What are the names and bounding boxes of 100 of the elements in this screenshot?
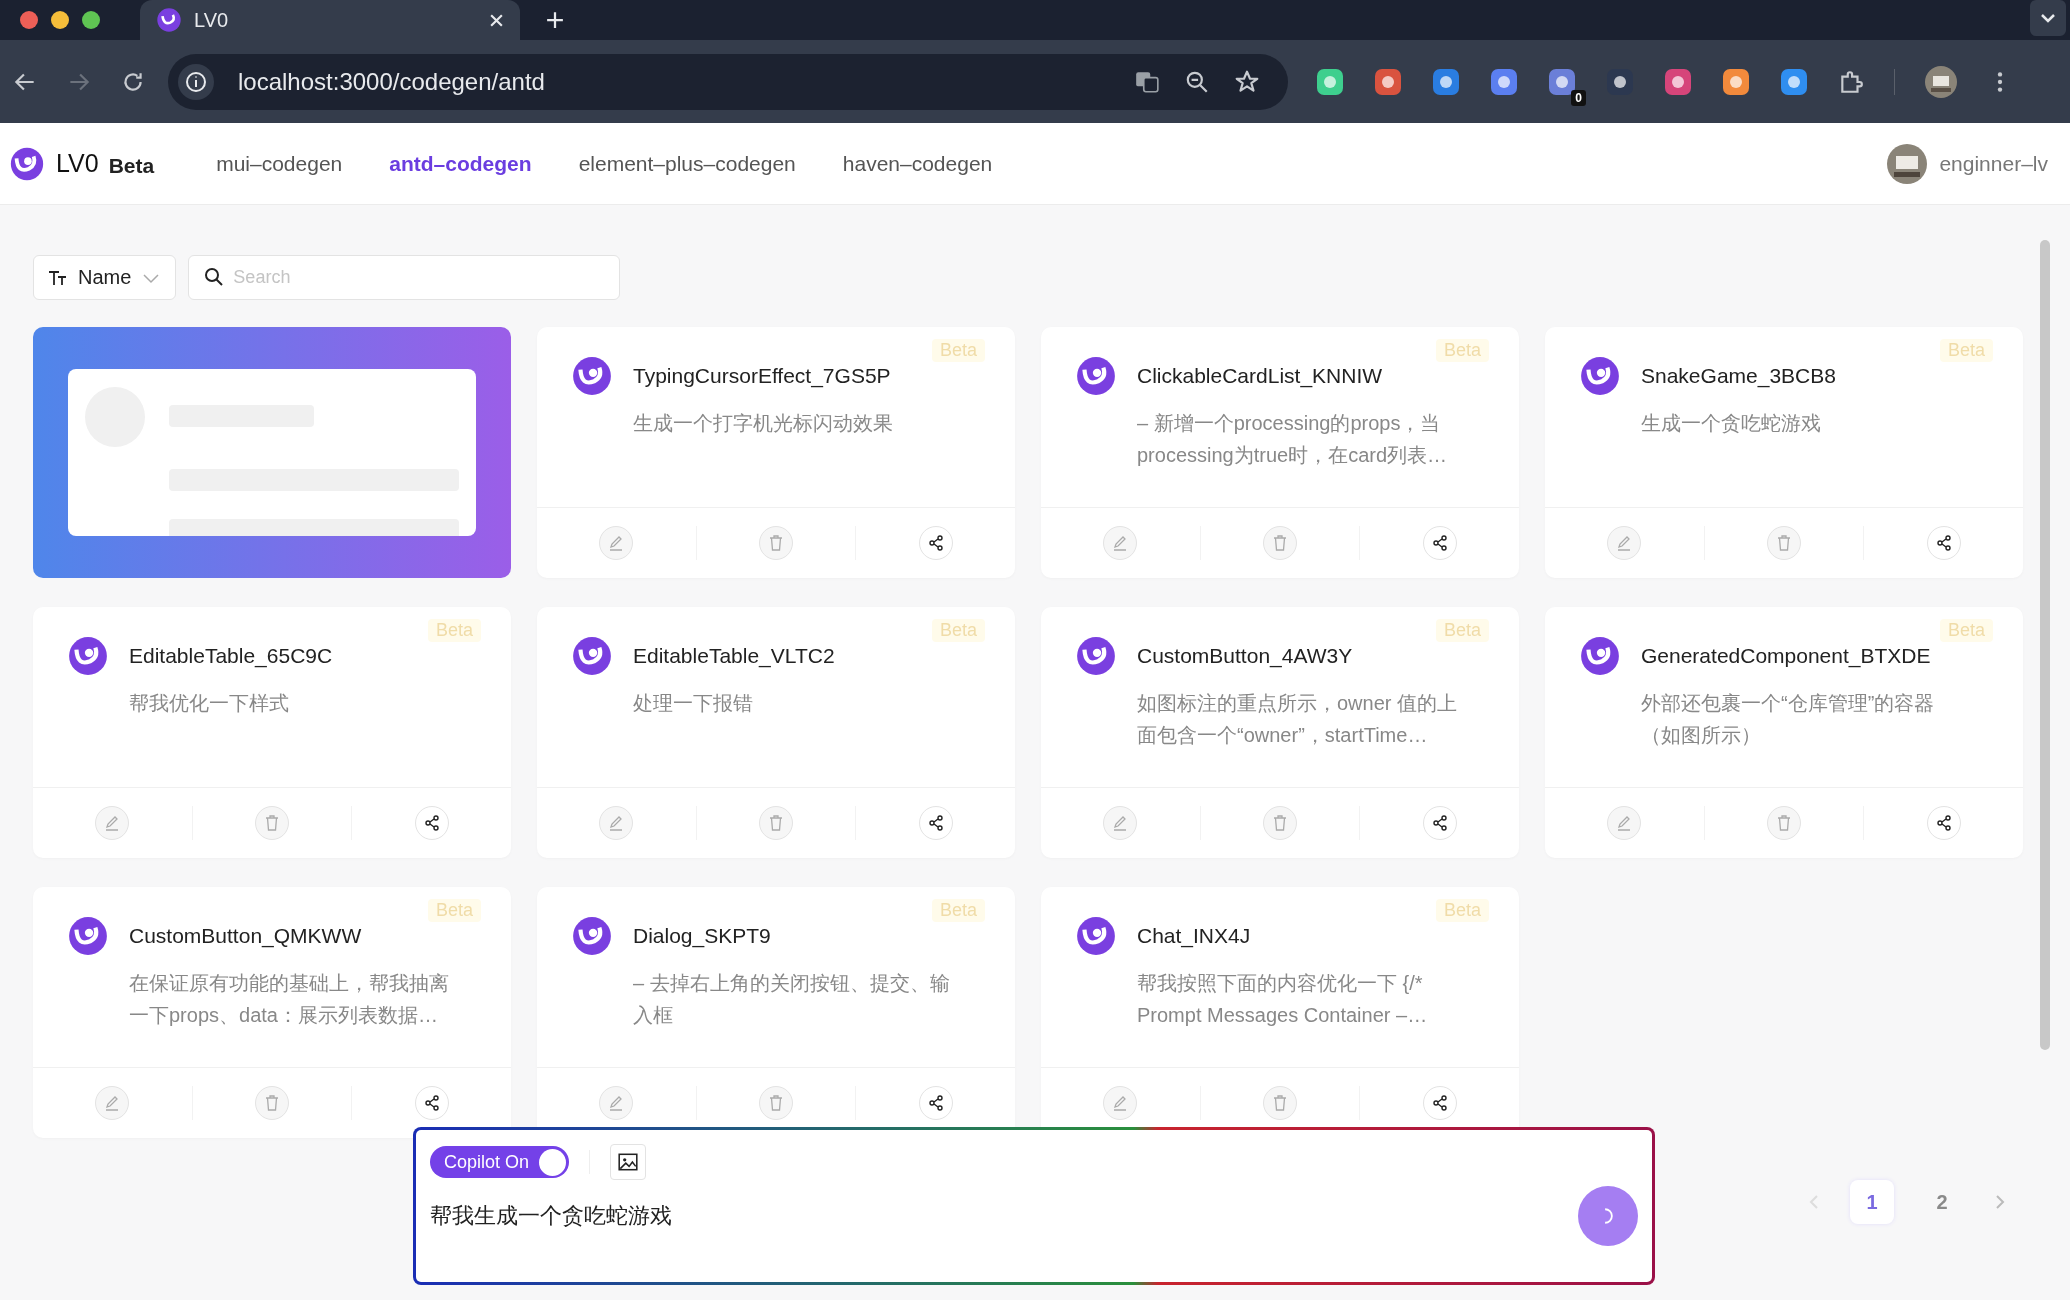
close-tab-icon[interactable] xyxy=(489,12,504,28)
bookmark-star-icon[interactable] xyxy=(1234,68,1260,95)
page-button[interactable]: 1 xyxy=(1850,1180,1894,1224)
card-description: 外部还包裹一个“仓库管理”的容器（如图所示） xyxy=(1641,691,1936,748)
puzzle-icon[interactable] xyxy=(1838,68,1864,95)
beta-badge: Beta xyxy=(1435,619,1489,642)
extension-icon[interactable] xyxy=(1316,67,1344,96)
share-button[interactable] xyxy=(1422,526,1457,560)
share-button[interactable] xyxy=(414,806,449,840)
user-avatar[interactable] xyxy=(1887,143,1928,184)
share-button[interactable] xyxy=(1926,526,1961,560)
minimize-window-button[interactable] xyxy=(51,11,69,29)
card-description: – 去掉右上角的关闭按钮、提交、输入框 xyxy=(633,971,951,1028)
logo-icon xyxy=(67,635,109,677)
nav-link[interactable]: haven–codegen xyxy=(842,151,993,176)
extension-icon[interactable] xyxy=(1374,67,1402,96)
app-name: LV0 xyxy=(56,149,99,178)
beta-badge: Beta xyxy=(931,619,985,642)
beta-badge: Beta xyxy=(427,899,481,922)
logo-icon xyxy=(571,915,613,957)
card-description: 生成一个打字机光标闪动效果 xyxy=(633,411,894,436)
site-info-icon[interactable] xyxy=(178,63,214,100)
card-title: Chat_INX4J xyxy=(1137,924,1251,948)
card-title: GeneratedComponent_BTXDE xyxy=(1641,644,1931,668)
logo-icon xyxy=(1075,635,1117,677)
user-name[interactable]: enginner–lv xyxy=(1939,151,2048,176)
card-title: Dialog_SKPT9 xyxy=(633,924,771,948)
extension-badge: 0 xyxy=(1571,89,1586,106)
scrollbar[interactable] xyxy=(2040,240,2050,1050)
share-button[interactable] xyxy=(1422,806,1457,840)
address-bar[interactable]: localhost:3000/codegen/antd xyxy=(168,53,1288,110)
extension-icon[interactable] xyxy=(1432,67,1460,96)
card-description: 在保证原有功能的基础上，帮我抽离一下props、data：展示列表数据… xyxy=(129,971,450,1028)
extension-icon[interactable] xyxy=(1722,67,1750,96)
extension-icon[interactable] xyxy=(1606,67,1634,96)
share-button[interactable] xyxy=(918,806,953,840)
extension-icon[interactable] xyxy=(1548,67,1576,96)
beta-badge: Beta xyxy=(1435,339,1489,362)
card-title: CustomButton_4AW3Y xyxy=(1137,644,1353,668)
beta-badge: Beta xyxy=(1939,619,1993,642)
logo-icon xyxy=(1579,355,1621,397)
card-description: – 新增一个processing的props，当processing为true时，在card列表… xyxy=(1137,411,1449,468)
search-field[interactable]: Search xyxy=(188,255,621,300)
logo-icon xyxy=(1075,915,1117,957)
logo-icon xyxy=(67,915,109,957)
beta-badge: Beta xyxy=(931,899,985,922)
nav-link[interactable]: element–plus–codegen xyxy=(578,151,796,176)
component-card[interactable]: Beta ClickableCardList_KNNIW – 新增一个processing的props，当processing为true时，在card列表… xyxy=(1041,327,1519,578)
component-card[interactable]: Beta CustomButton_QMKWW 在保证原有功能的基础上，帮我抽离一下props、data：展示列表数据… xyxy=(33,887,511,1138)
nav-link[interactable]: mui–codegen xyxy=(216,151,343,176)
spinner-icon xyxy=(1603,1208,1613,1224)
new-tab-icon[interactable] xyxy=(546,11,564,29)
extension-icon[interactable] xyxy=(1780,67,1808,96)
close-window-button[interactable] xyxy=(20,11,38,29)
component-card[interactable]: Beta EditableTable_65C9C 帮我优化一下样式 xyxy=(33,607,511,858)
logo-icon xyxy=(156,7,182,33)
card-title: EditableTable_65C9C xyxy=(129,644,333,668)
logo-icon xyxy=(1579,635,1621,677)
share-button[interactable] xyxy=(1926,806,1961,840)
extension-icon[interactable] xyxy=(1490,67,1518,96)
component-card[interactable]: Beta SnakeGame_3BCB8 生成一个贪吃蛇游戏 xyxy=(1545,327,2023,578)
image-upload-button[interactable] xyxy=(610,1144,647,1180)
preview-card[interactable] xyxy=(33,327,511,578)
browser-tab[interactable]: LV0 xyxy=(140,0,520,40)
maximize-window-button[interactable] xyxy=(82,11,100,29)
component-card[interactable]: Beta CustomButton_4AW3Y 如图标注的重点所示，owner 值的上面包含一个“owner”，startTime… xyxy=(1041,607,1519,858)
card-description: 如图标注的重点所示，owner 值的上面包含一个“owner”，startTime… xyxy=(1137,691,1459,748)
card-title: ClickableCardList_KNNIW xyxy=(1137,364,1383,388)
profile-avatar[interactable] xyxy=(1925,65,1957,98)
card-title: SnakeGame_3BCB8 xyxy=(1641,364,1836,388)
logo-icon xyxy=(1075,355,1117,397)
beta-badge: Beta xyxy=(1435,899,1489,922)
logo-icon xyxy=(571,355,613,397)
logo-icon xyxy=(571,635,613,677)
sort-dropdown[interactable]: Name xyxy=(33,255,177,300)
copilot-toggle[interactable]: Copilot On xyxy=(430,1146,570,1178)
send-button[interactable] xyxy=(1578,1186,1638,1246)
extension-icon[interactable] xyxy=(1664,67,1692,96)
beta-badge: Beta xyxy=(931,339,985,362)
share-button[interactable] xyxy=(414,1086,449,1120)
component-card[interactable]: Beta TypingCursorEffect_7GS5P 生成一个打字机光标闪动效果 xyxy=(537,327,1015,578)
component-card[interactable]: Beta EditableTable_VLTC2 处理一下报错 xyxy=(537,607,1015,858)
beta-label: Beta xyxy=(108,153,155,178)
beta-badge: Beta xyxy=(427,619,481,642)
card-description: 帮我按照下面的内容优化一下 {/* Prompt Messages Container –… xyxy=(1137,971,1429,1028)
card-title: TypingCursorEffect_7GS5P xyxy=(633,364,891,388)
share-button[interactable] xyxy=(918,526,953,560)
tab-search-icon[interactable] xyxy=(2030,0,2066,36)
card-description: 处理一下报错 xyxy=(633,691,754,716)
card-description: 生成一个贪吃蛇游戏 xyxy=(1641,411,1822,436)
card-description: 帮我优化一下样式 xyxy=(129,691,290,716)
share-button[interactable] xyxy=(1422,1086,1457,1120)
card-title: CustomButton_QMKWW xyxy=(129,924,362,948)
share-button[interactable] xyxy=(918,1086,953,1120)
search-icon xyxy=(204,267,225,287)
image-icon xyxy=(617,1151,640,1173)
nav-link[interactable]: antd–codegen xyxy=(389,151,532,176)
card-title: EditableTable_VLTC2 xyxy=(633,644,835,668)
beta-badge: Beta xyxy=(1939,339,1993,362)
component-card[interactable]: Beta GeneratedComponent_BTXDE 外部还包裹一个“仓库管理”的容器（如图所示） xyxy=(1545,607,2023,858)
